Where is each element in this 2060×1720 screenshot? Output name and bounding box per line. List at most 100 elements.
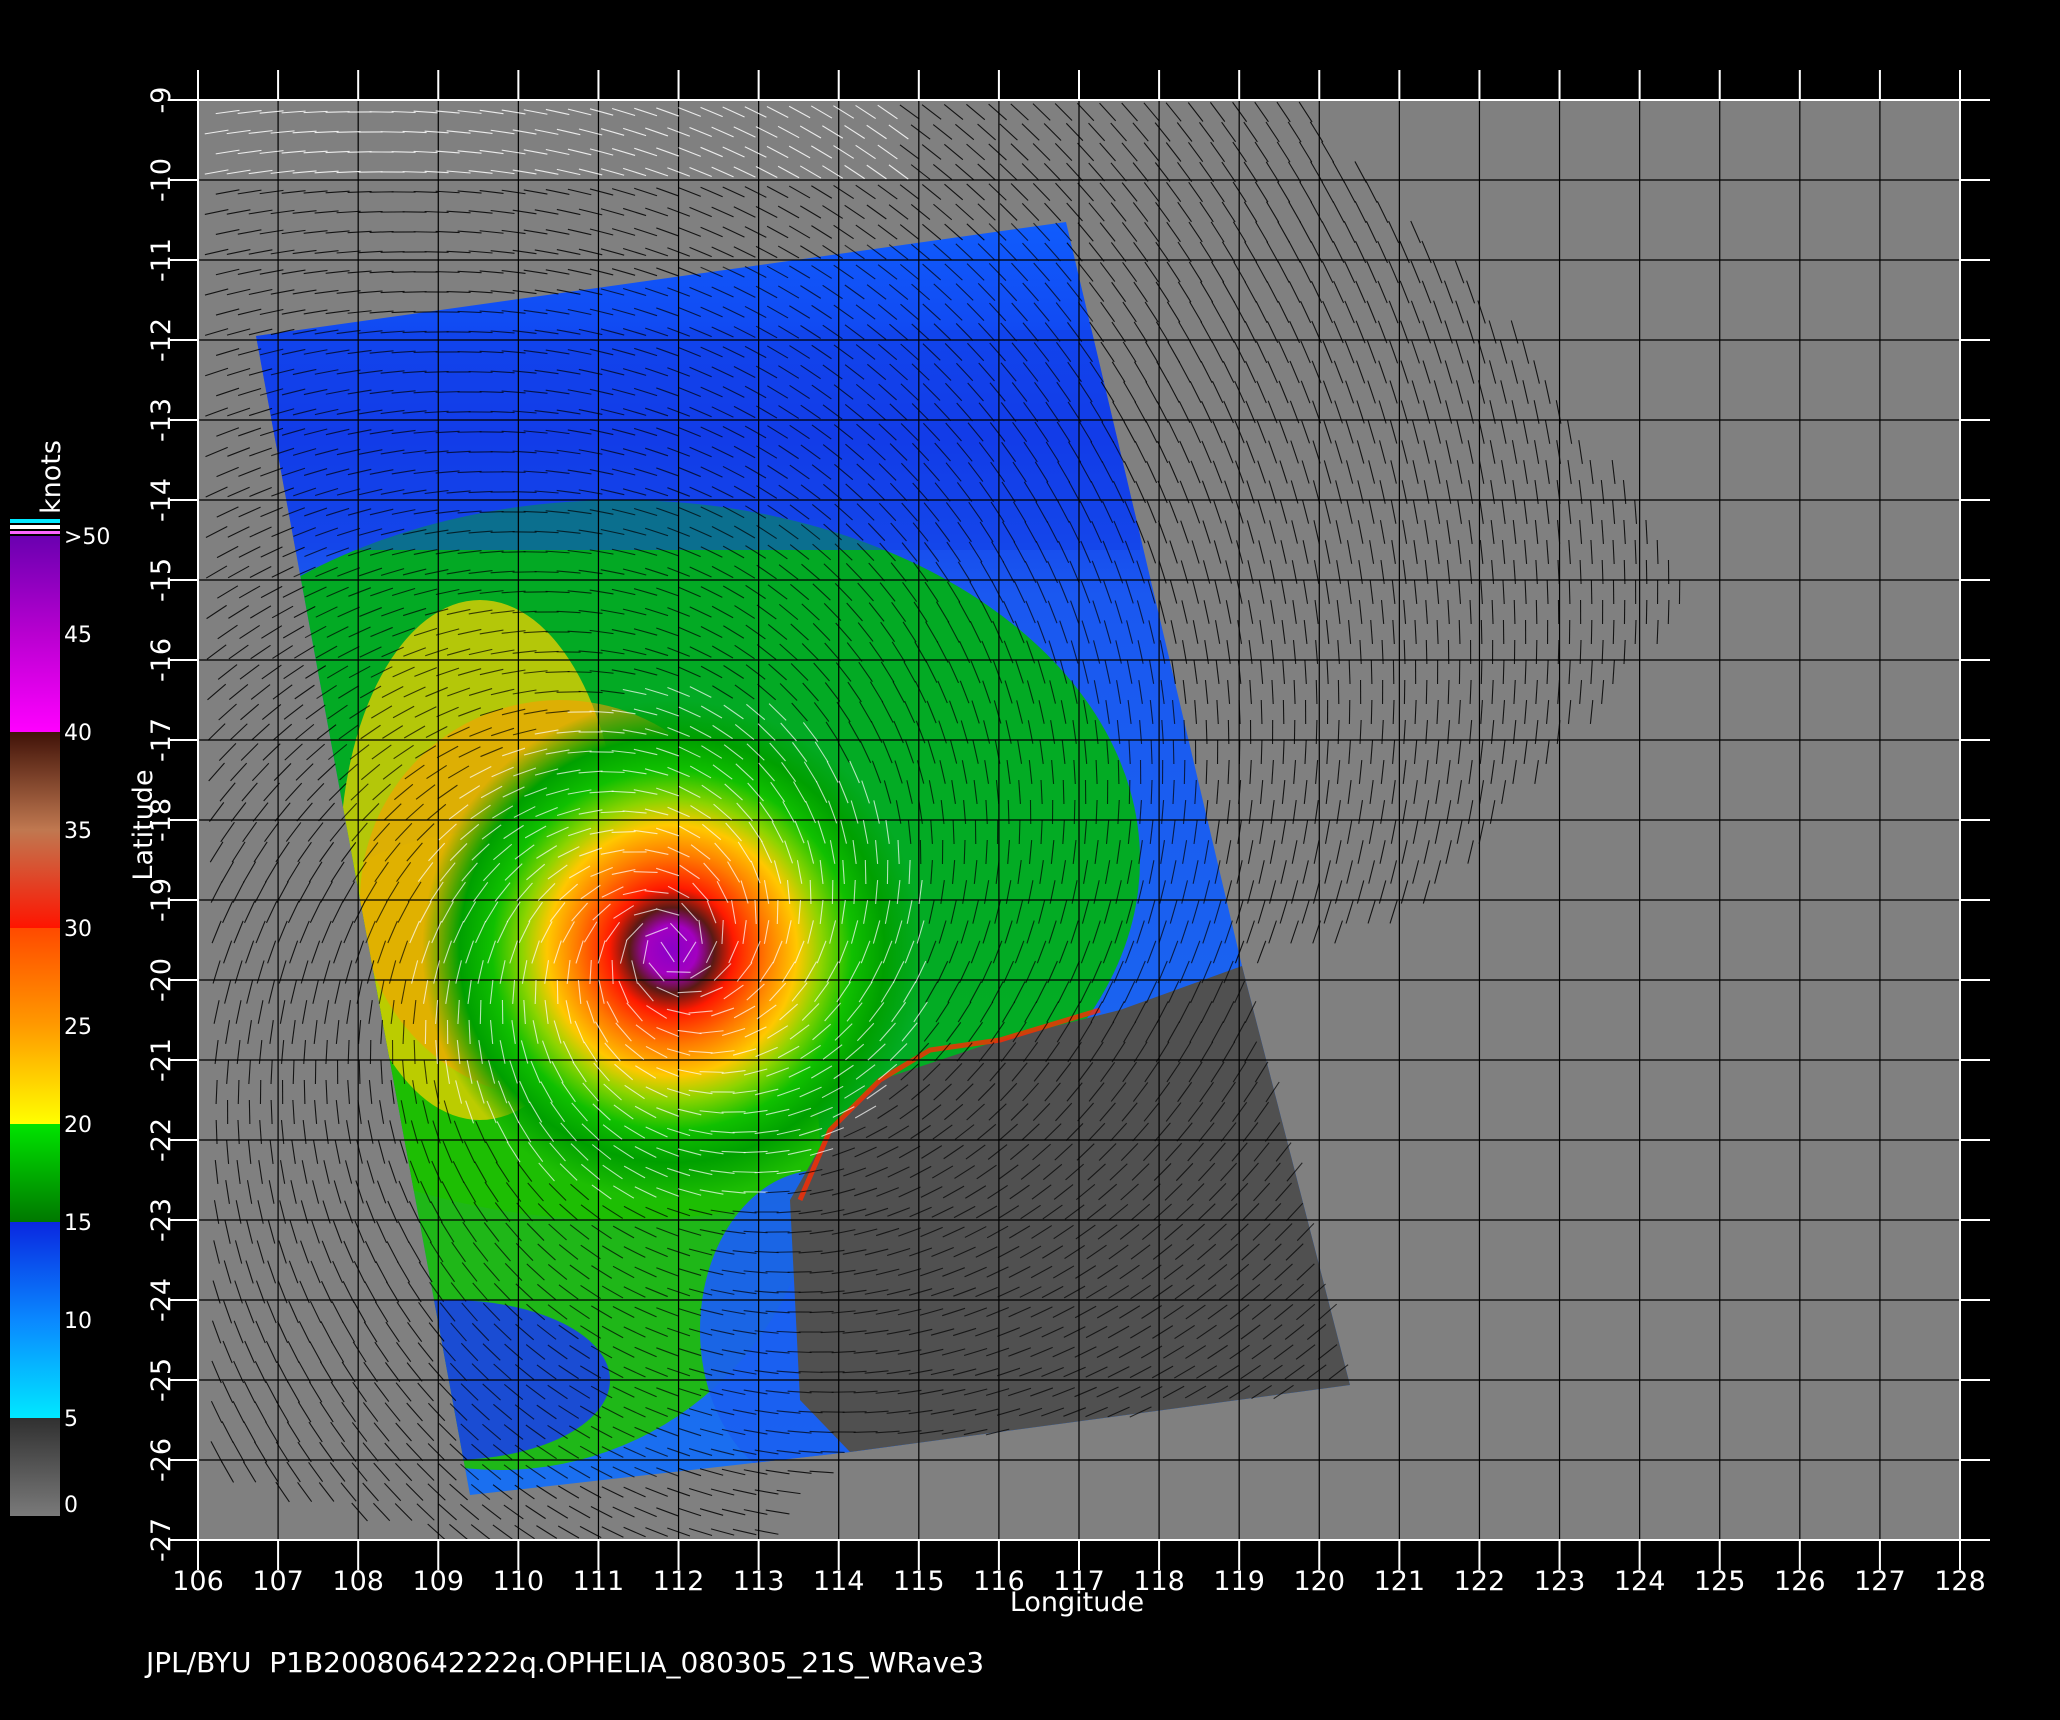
wind-vector (831, 1391, 856, 1393)
wind-vector (776, 899, 779, 925)
wind-vector (1447, 679, 1450, 705)
colorbar-tick-label: 10 (64, 1309, 92, 1334)
lon-tick-label: 122 (1454, 1566, 1506, 1597)
wind-vector (523, 551, 548, 553)
wind-vector (1612, 619, 1615, 645)
wind-vector (457, 431, 482, 433)
wind-vector (435, 391, 460, 393)
wind-vector (732, 1171, 757, 1173)
wind-vector (1458, 619, 1461, 645)
wind-vector (358, 1059, 361, 1085)
lat-tick-label: -11 (146, 238, 177, 282)
lon-tick-label: 121 (1374, 1566, 1426, 1597)
lon-tick-label: 114 (813, 1566, 865, 1597)
lon-tick-label: 110 (493, 1566, 545, 1597)
wind-vector (1172, 739, 1175, 765)
colorbar-tick-label: 40 (64, 721, 92, 746)
lat-tick-label: -16 (146, 638, 177, 682)
wind-vector (424, 251, 449, 253)
wind-vector (1667, 599, 1670, 625)
wind-vector (1480, 619, 1483, 645)
wind-vector (1370, 699, 1373, 725)
colorbar-tick-label: 0 (64, 1493, 78, 1518)
lon-tick-label: 113 (733, 1566, 785, 1597)
lat-tick-label: -14 (146, 478, 177, 522)
lat-tick-label: -12 (146, 318, 177, 362)
lon-tick-label: 120 (1293, 1566, 1345, 1597)
lat-tick-label: -13 (146, 398, 177, 442)
colorbar-top-strip-2 (10, 525, 60, 529)
wind-vector (1370, 659, 1373, 685)
lon-tick-label: 124 (1614, 1566, 1666, 1597)
lat-tick-label: -25 (146, 1358, 177, 1402)
colorbar-tick-label: 30 (64, 917, 92, 942)
lon-tick-label: 115 (893, 1566, 945, 1597)
wind-vector (479, 999, 482, 1025)
wind-vector (1425, 679, 1428, 705)
lat-tick-label: -22 (146, 1118, 177, 1162)
lat-tick-label: -21 (146, 1038, 177, 1082)
wind-vector (457, 351, 482, 353)
colorbar-tick-label: >50 (64, 525, 110, 550)
lon-tick-label: 127 (1854, 1566, 1906, 1597)
wind-vector (501, 471, 526, 473)
lat-tick-label: -10 (146, 158, 177, 202)
colorbar-tick-label: 15 (64, 1211, 92, 1236)
wind-vector (391, 151, 416, 153)
wind-vector (468, 371, 493, 373)
colorbar-tick-label: 35 (64, 819, 92, 844)
wind-vector (765, 1271, 790, 1273)
wind-vector (292, 1059, 295, 1085)
wind-vector (787, 1271, 812, 1273)
colorbar-tick-label: 45 (64, 623, 92, 648)
colorbar-top-strip (10, 519, 60, 523)
wind-vector (347, 151, 372, 153)
lon-tick-label: 125 (1694, 1566, 1746, 1597)
colorbar-bar (10, 536, 60, 1516)
lat-tick-label: -26 (146, 1438, 177, 1482)
lat-tick-label: -19 (146, 878, 177, 922)
wind-vector (1557, 639, 1560, 665)
colorbar: 0 5 10 15 20 25 30 35 40 45 >50 knots (10, 440, 110, 1518)
lon-tick-label: 106 (172, 1566, 224, 1597)
wind-vector (237, 1079, 240, 1105)
lon-tick-label: 126 (1774, 1566, 1826, 1597)
wind-vector (809, 1391, 834, 1393)
lon-tick-label: 109 (412, 1566, 464, 1597)
wind-vector (600, 771, 625, 773)
footer-producer: JPL/BYU (146, 1646, 252, 1679)
wind-vector (1073, 799, 1076, 825)
wind-vector (435, 271, 460, 273)
wind-vector (380, 251, 405, 253)
lat-tick-label: -23 (146, 1198, 177, 1242)
wind-vector (402, 171, 427, 173)
wind-vector (1117, 759, 1120, 785)
footer-file-id: P1B20080642222q.OPHELIA_080305_21S_WRave… (269, 1646, 985, 1679)
wind-vector (248, 1099, 251, 1125)
wind-vector (336, 131, 361, 133)
wind-vector (1315, 679, 1318, 705)
colorbar-unit-label: knots (36, 440, 67, 514)
colorbar-tick-label: 25 (64, 1015, 92, 1040)
wind-vector (380, 131, 405, 133)
wind-vector (391, 271, 416, 273)
wind-vector (798, 1371, 823, 1373)
lon-tick-label: 107 (252, 1566, 304, 1597)
wind-vector (1315, 719, 1318, 745)
wind-vector (1623, 559, 1626, 585)
lon-tick-label: 128 (1934, 1566, 1986, 1597)
lat-tick-label: -9 (146, 87, 177, 114)
wind-vector (490, 451, 515, 453)
lat-tick-label: -15 (146, 558, 177, 602)
wind-vector (446, 411, 471, 413)
wind-vector (1018, 819, 1021, 845)
wind-vector (303, 1079, 306, 1105)
wind-vector (501, 551, 526, 553)
wind-vector (732, 1131, 757, 1133)
x-axis-label: Longitude (1010, 1587, 1144, 1618)
wind-vector (864, 859, 867, 885)
wind-vector (556, 691, 581, 693)
lat-tick-label: -17 (146, 718, 177, 762)
lon-tick-label: 111 (573, 1566, 625, 1597)
lon-tick-label: 123 (1534, 1566, 1586, 1597)
